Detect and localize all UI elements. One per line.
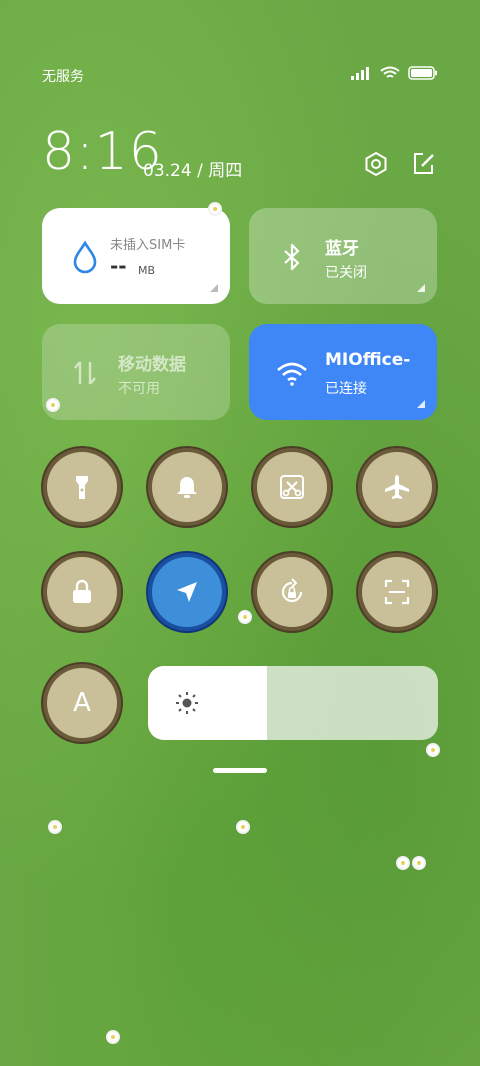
flower-decoration (240, 612, 250, 622)
battery-icon (408, 66, 437, 80)
airplane-icon (385, 475, 409, 499)
lock-icon (73, 579, 91, 603)
wifi-tile[interactable]: MIOffice- 已连接 (249, 324, 437, 420)
wifi-status-icon (380, 66, 400, 78)
brightness-slider[interactable] (148, 666, 438, 740)
font-toggle[interactable]: A (47, 668, 117, 738)
status-bar: 无服务 (42, 66, 438, 86)
flower-decoration (210, 204, 220, 214)
location-icon (177, 582, 197, 602)
sim-unit: MB (138, 264, 156, 277)
lock-screen-toggle[interactable] (47, 557, 117, 627)
mobile-data-status: 不可用 (118, 381, 160, 397)
gear-icon (365, 151, 387, 177)
sim-title: 未插入SIM卡 (110, 238, 186, 253)
sim-value: -- (110, 254, 127, 278)
tile-corner-indicator (417, 284, 425, 292)
flower-decoration (428, 745, 438, 755)
mobile-data-icon (74, 361, 96, 385)
sim-data-tile[interactable]: 未插入SIM卡 -- MB (42, 208, 230, 304)
bluetooth-icon (284, 243, 300, 271)
mobile-data-tile[interactable]: 移动数据 不可用 (42, 324, 230, 420)
bluetooth-tile[interactable]: 蓝牙 已关闭 (249, 208, 437, 304)
bluetooth-title: 蓝牙 (325, 239, 359, 259)
status-icons (350, 66, 438, 80)
scan-icon (384, 579, 410, 605)
flower-decoration (50, 822, 60, 832)
airplane-toggle[interactable] (362, 452, 432, 522)
font-icon: A (73, 688, 91, 718)
scan-toggle[interactable] (362, 557, 432, 627)
water-drop-icon (73, 240, 97, 274)
silent-toggle[interactable] (152, 452, 222, 522)
flower-decoration (108, 1032, 118, 1042)
edit-icon (414, 153, 434, 174)
wifi-status: 已连接 (325, 381, 367, 397)
carrier-label: 无服务 (42, 69, 84, 85)
screenshot-icon (280, 475, 304, 499)
drag-handle[interactable] (213, 768, 267, 773)
clock-date: 03.24 / 周四 (143, 161, 243, 181)
flower-decoration (48, 400, 58, 410)
edit-button[interactable] (410, 150, 438, 178)
sun-icon (176, 692, 198, 714)
wifi-title: MIOffice- (325, 350, 411, 370)
rotation-lock-toggle[interactable] (257, 557, 327, 627)
rotation-lock-icon (281, 578, 303, 603)
flower-decoration (414, 858, 424, 868)
wifi-icon (277, 362, 307, 386)
brightness-fill (148, 666, 267, 740)
flower-decoration (238, 822, 248, 832)
screenshot-toggle[interactable] (257, 452, 327, 522)
location-toggle[interactable] (152, 557, 222, 627)
mobile-data-title: 移动数据 (118, 355, 186, 375)
tile-corner-indicator (210, 284, 218, 292)
flashlight-toggle[interactable] (47, 452, 117, 522)
bell-icon (177, 477, 197, 498)
flower-decoration (398, 858, 408, 868)
tile-corner-indicator (417, 400, 425, 408)
flashlight-icon (76, 476, 88, 499)
settings-button[interactable] (362, 150, 390, 178)
bluetooth-status: 已关闭 (325, 265, 367, 281)
signal-icon (351, 67, 369, 80)
